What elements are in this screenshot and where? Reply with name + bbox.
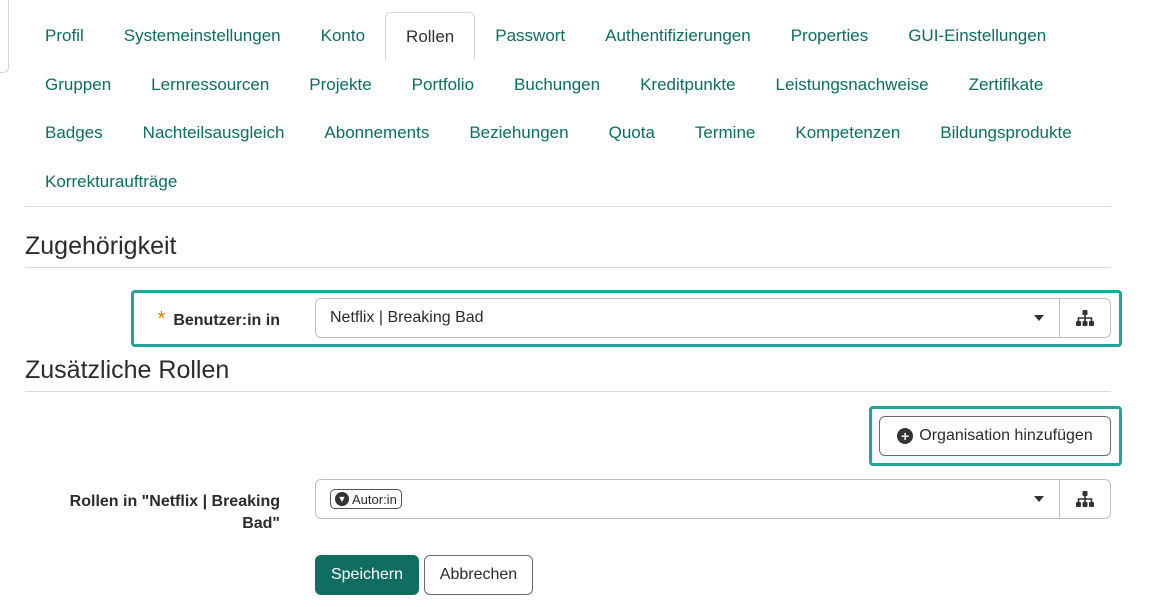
tab-authentifizierungen[interactable]: Authentifizierungen: [585, 12, 771, 60]
tab-bildungsprodukte[interactable]: Bildungsprodukte: [920, 109, 1091, 157]
add-organisation-label: Organisation hinzufügen: [919, 427, 1093, 444]
tab-abonnements[interactable]: Abonnements: [304, 109, 449, 157]
user-in-select[interactable]: Netflix | Breaking Bad: [315, 298, 1060, 338]
roles-label-line1: Rollen in "Netflix | Breaking: [69, 493, 280, 510]
tab-beziehungen[interactable]: Beziehungen: [449, 109, 588, 157]
tab-korrekturauftraege[interactable]: Korrekturaufträge: [25, 158, 197, 206]
plus-circle-icon: +: [897, 428, 914, 444]
tab-kreditpunkte[interactable]: Kreditpunkte: [620, 61, 755, 109]
tab-gui-einstellungen[interactable]: GUI-Einstellungen: [888, 12, 1066, 60]
org-tree-button-1[interactable]: [1060, 298, 1111, 338]
tab-row-4: Korrekturaufträge: [25, 158, 197, 207]
chevron-down-icon: [1034, 315, 1044, 321]
tab-bar: Profil Systemeinstellungen Konto Rollen …: [25, 12, 1111, 207]
role-chip-label: Autor:in: [352, 491, 397, 507]
cancel-button[interactable]: Abbrechen: [424, 555, 533, 595]
tab-passwort[interactable]: Passwort: [475, 12, 585, 60]
tab-badges[interactable]: Badges: [25, 109, 123, 157]
tab-kompetenzen[interactable]: Kompetenzen: [775, 109, 920, 157]
section-title-zusaetzliche-rollen: Zusätzliche Rollen: [25, 356, 1111, 392]
org-tree-icon: [1076, 491, 1094, 507]
tab-zertifikate[interactable]: Zertifikate: [949, 61, 1064, 109]
roles-label: Rollen in "Netflix | Breaking Bad": [60, 491, 280, 535]
required-marker: *: [157, 308, 166, 330]
roles-select[interactable]: ▼ Autor:in: [315, 479, 1060, 519]
tab-lernressourcen[interactable]: Lernressourcen: [131, 61, 289, 109]
tab-termine[interactable]: Termine: [675, 109, 775, 157]
user-in-label-wrap: * Benutzer:in in: [140, 308, 280, 331]
tab-row-3: Badges Nachteilsausgleich Abonnements Be…: [25, 109, 1092, 158]
tab-quota[interactable]: Quota: [589, 109, 675, 157]
section-title-zugehoerigkeit: Zugehörigkeit: [25, 232, 1111, 268]
tab-projekte[interactable]: Projekte: [289, 61, 391, 109]
tab-gruppen[interactable]: Gruppen: [25, 61, 131, 109]
side-panel-edge: [0, 0, 9, 73]
role-chip[interactable]: ▼ Autor:in: [330, 489, 402, 509]
tab-nachteilsausgleich[interactable]: Nachteilsausgleich: [123, 109, 305, 157]
tab-konto[interactable]: Konto: [301, 12, 385, 60]
tab-row-2: Gruppen Lernressourcen Projekte Portfoli…: [25, 61, 1063, 110]
tab-leistungsnachweise[interactable]: Leistungsnachweise: [756, 61, 949, 109]
add-organisation-button[interactable]: + Organisation hinzufügen: [879, 416, 1111, 456]
user-in-value: Netflix | Breaking Bad: [330, 309, 484, 326]
org-tree-button-2[interactable]: [1060, 479, 1111, 519]
tab-properties[interactable]: Properties: [771, 12, 888, 60]
tab-row-1: Profil Systemeinstellungen Konto Rollen …: [25, 12, 1066, 61]
chevron-down-icon: [1034, 496, 1044, 502]
org-tree-icon: [1076, 310, 1094, 326]
tab-portfolio[interactable]: Portfolio: [392, 61, 494, 109]
tab-buchungen[interactable]: Buchungen: [494, 61, 620, 109]
tab-systemeinstellungen[interactable]: Systemeinstellungen: [104, 12, 301, 60]
tab-rollen[interactable]: Rollen: [385, 12, 476, 60]
user-in-label: Benutzer:in in: [173, 312, 280, 329]
save-button[interactable]: Speichern: [315, 555, 419, 595]
tab-profil[interactable]: Profil: [25, 12, 104, 60]
roles-label-line2: Bad": [242, 515, 280, 532]
arrow-down-circle-icon: ▼: [335, 492, 349, 506]
